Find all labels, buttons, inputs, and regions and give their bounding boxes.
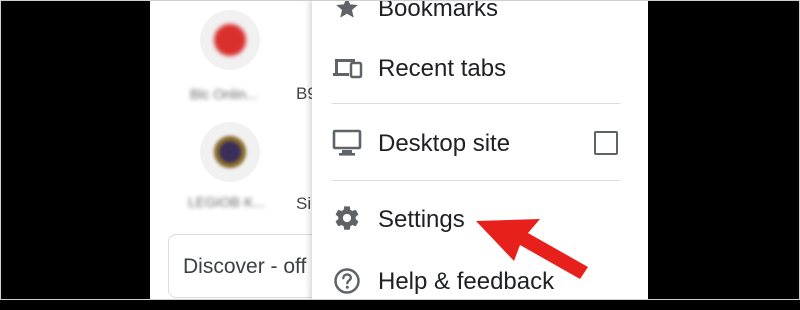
top-site-tile[interactable]: LEGIOB K...	[188, 122, 300, 217]
menu-item-label: Settings	[378, 206, 465, 233]
annotation-arrow-icon	[476, 219, 588, 279]
star-icon	[330, 0, 364, 25]
site-logo-icon	[214, 136, 246, 168]
menu-item-label: Recent tabs	[378, 55, 507, 82]
top-site-tile[interactable]: Blc Onlin...	[190, 10, 300, 105]
menu-item-label: Bookmarks	[378, 0, 499, 22]
menu-divider	[332, 103, 620, 104]
menu-item-label: Desktop site	[378, 130, 511, 157]
site-logo-icon	[214, 24, 246, 56]
menu-divider	[332, 180, 620, 181]
monitor-icon	[330, 126, 364, 160]
site-icon-circle	[200, 122, 260, 182]
discover-label: Discover - off	[183, 255, 307, 278]
site-icon-circle	[200, 10, 260, 70]
tile-label: Blc Onlin...	[190, 86, 258, 102]
help-icon	[330, 264, 364, 298]
desktop-site-checkbox[interactable]	[594, 131, 618, 155]
devices-icon	[330, 51, 364, 85]
gear-icon	[330, 201, 364, 235]
tile-label-partial: Si	[296, 194, 312, 213]
tile-label: LEGIOB K...	[188, 194, 266, 210]
menu-item-bookmarks[interactable]: Bookmarks	[312, 0, 648, 38]
menu-item-recent-tabs[interactable]: Recent tabs	[312, 38, 648, 98]
